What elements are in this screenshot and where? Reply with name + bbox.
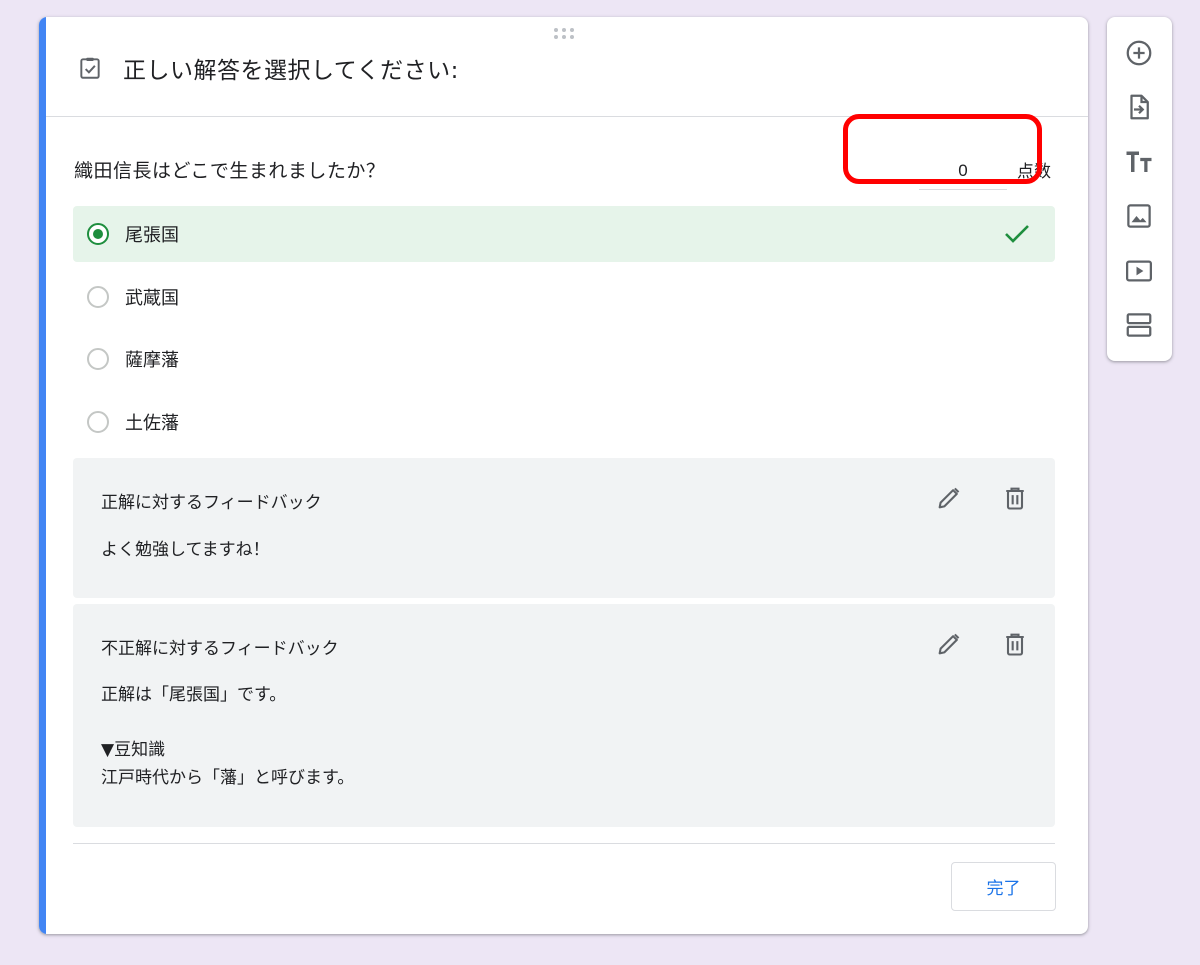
option-label: 薩摩藩 bbox=[125, 350, 179, 371]
question-text: 織田信長はどこで生まれましたか？ bbox=[74, 160, 386, 182]
answer-key-title: 正しい解答を選択してください: bbox=[123, 58, 459, 84]
incorrect-feedback-panel: 不正解に対するフィードバック 正解は「尾張国」です。 ▼豆知識 江戸時代から「藩… bbox=[73, 604, 1055, 827]
incorrect-feedback-line: ▼豆知識 bbox=[101, 740, 166, 760]
add-image-icon bbox=[1127, 204, 1151, 228]
add-image-button[interactable] bbox=[1122, 199, 1156, 233]
add-title-button[interactable] bbox=[1122, 145, 1156, 179]
correct-feedback-panel: 正解に対するフィードバック よく勉強してますね！ bbox=[73, 458, 1055, 598]
footer-divider bbox=[73, 843, 1055, 844]
add-video-icon bbox=[1126, 260, 1152, 282]
option-0[interactable]: 尾張国 bbox=[73, 206, 1055, 262]
add-section-button[interactable] bbox=[1122, 308, 1156, 342]
add-question-button[interactable] bbox=[1122, 36, 1156, 70]
incorrect-feedback-line: 江戸時代から「藩」と呼びます。 bbox=[101, 768, 355, 788]
option-label: 土佐藩 bbox=[125, 413, 179, 434]
add-title-icon bbox=[1126, 151, 1152, 172]
add-video-button[interactable] bbox=[1122, 254, 1156, 288]
option-3[interactable]: 土佐藩 bbox=[73, 394, 1055, 450]
checklist-icon bbox=[80, 57, 100, 79]
add-section-icon bbox=[1126, 313, 1152, 337]
import-questions-icon bbox=[1130, 94, 1149, 120]
drag-handle-icon[interactable] bbox=[554, 28, 576, 40]
floating-toolbar bbox=[1107, 17, 1172, 361]
trash-icon[interactable] bbox=[1001, 630, 1029, 658]
done-button[interactable]: 完了 bbox=[951, 862, 1056, 911]
add-question-icon bbox=[1126, 40, 1152, 66]
radio-unselected[interactable] bbox=[87, 348, 109, 370]
radio-unselected[interactable] bbox=[87, 286, 109, 308]
points-highlight-box bbox=[843, 114, 1042, 184]
import-questions-button[interactable] bbox=[1122, 90, 1156, 124]
radio-unselected[interactable] bbox=[87, 411, 109, 433]
incorrect-feedback-title: 不正解に対するフィードバック bbox=[101, 639, 339, 659]
option-label: 武蔵国 bbox=[125, 288, 179, 309]
option-label: 尾張国 bbox=[125, 225, 179, 246]
answer-key-header: 正しい解答を選択してください: bbox=[77, 53, 459, 84]
pencil-icon[interactable] bbox=[935, 630, 963, 658]
correct-feedback-text: よく勉強してますね！ bbox=[101, 540, 270, 560]
radio-selected[interactable] bbox=[87, 223, 109, 245]
pencil-icon[interactable] bbox=[935, 484, 963, 512]
option-1[interactable]: 武蔵国 bbox=[73, 269, 1055, 325]
active-accent-bar bbox=[39, 17, 46, 934]
option-2[interactable]: 薩摩藩 bbox=[73, 331, 1055, 387]
correct-feedback-title: 正解に対するフィードバック bbox=[101, 493, 322, 513]
correct-check-icon bbox=[1005, 225, 1029, 243]
incorrect-feedback-line: 正解は「尾張国」です。 bbox=[101, 685, 287, 705]
trash-icon[interactable] bbox=[1001, 484, 1029, 512]
